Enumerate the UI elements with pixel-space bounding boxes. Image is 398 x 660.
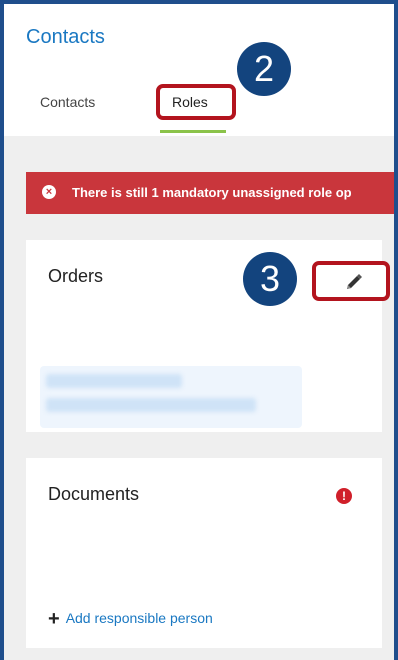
mandatory-role-alert: × There is still 1 mandatory unassigned … <box>26 172 394 214</box>
documents-title: Documents <box>48 484 140 504</box>
step-callout-2: 2 <box>237 42 291 96</box>
app-title: Contacts <box>26 26 105 48</box>
step-callout-3: 3 <box>243 252 297 306</box>
exclamation-circle-icon: ! <box>336 488 352 504</box>
redacted-email <box>46 398 256 412</box>
redacted-name <box>46 374 182 388</box>
alert-text: There is still 1 mandatory unassigned ro… <box>72 185 352 200</box>
pencil-icon <box>347 274 362 289</box>
plus-icon: + <box>48 608 60 630</box>
add-responsible-person-label: Add responsible person <box>65 610 213 627</box>
app-frame: Contacts Contacts Roles × There is still… <box>0 0 398 660</box>
active-tab-indicator <box>160 130 226 133</box>
roles-tab-highlight <box>156 84 236 120</box>
orders-card: Orders <box>26 240 390 432</box>
tab-contacts[interactable]: Contacts <box>40 94 95 110</box>
close-circle-icon: × <box>42 185 56 199</box>
main-content: × There is still 1 mandatory unassigned … <box>4 136 394 660</box>
add-responsible-person-link[interactable]: + Add responsible person <box>48 608 213 631</box>
documents-card: Documents ! + Add responsible person <box>26 458 382 648</box>
edit-orders-button[interactable] <box>312 261 390 301</box>
app-header: Contacts <box>4 4 394 77</box>
orders-title: Orders <box>48 266 104 286</box>
